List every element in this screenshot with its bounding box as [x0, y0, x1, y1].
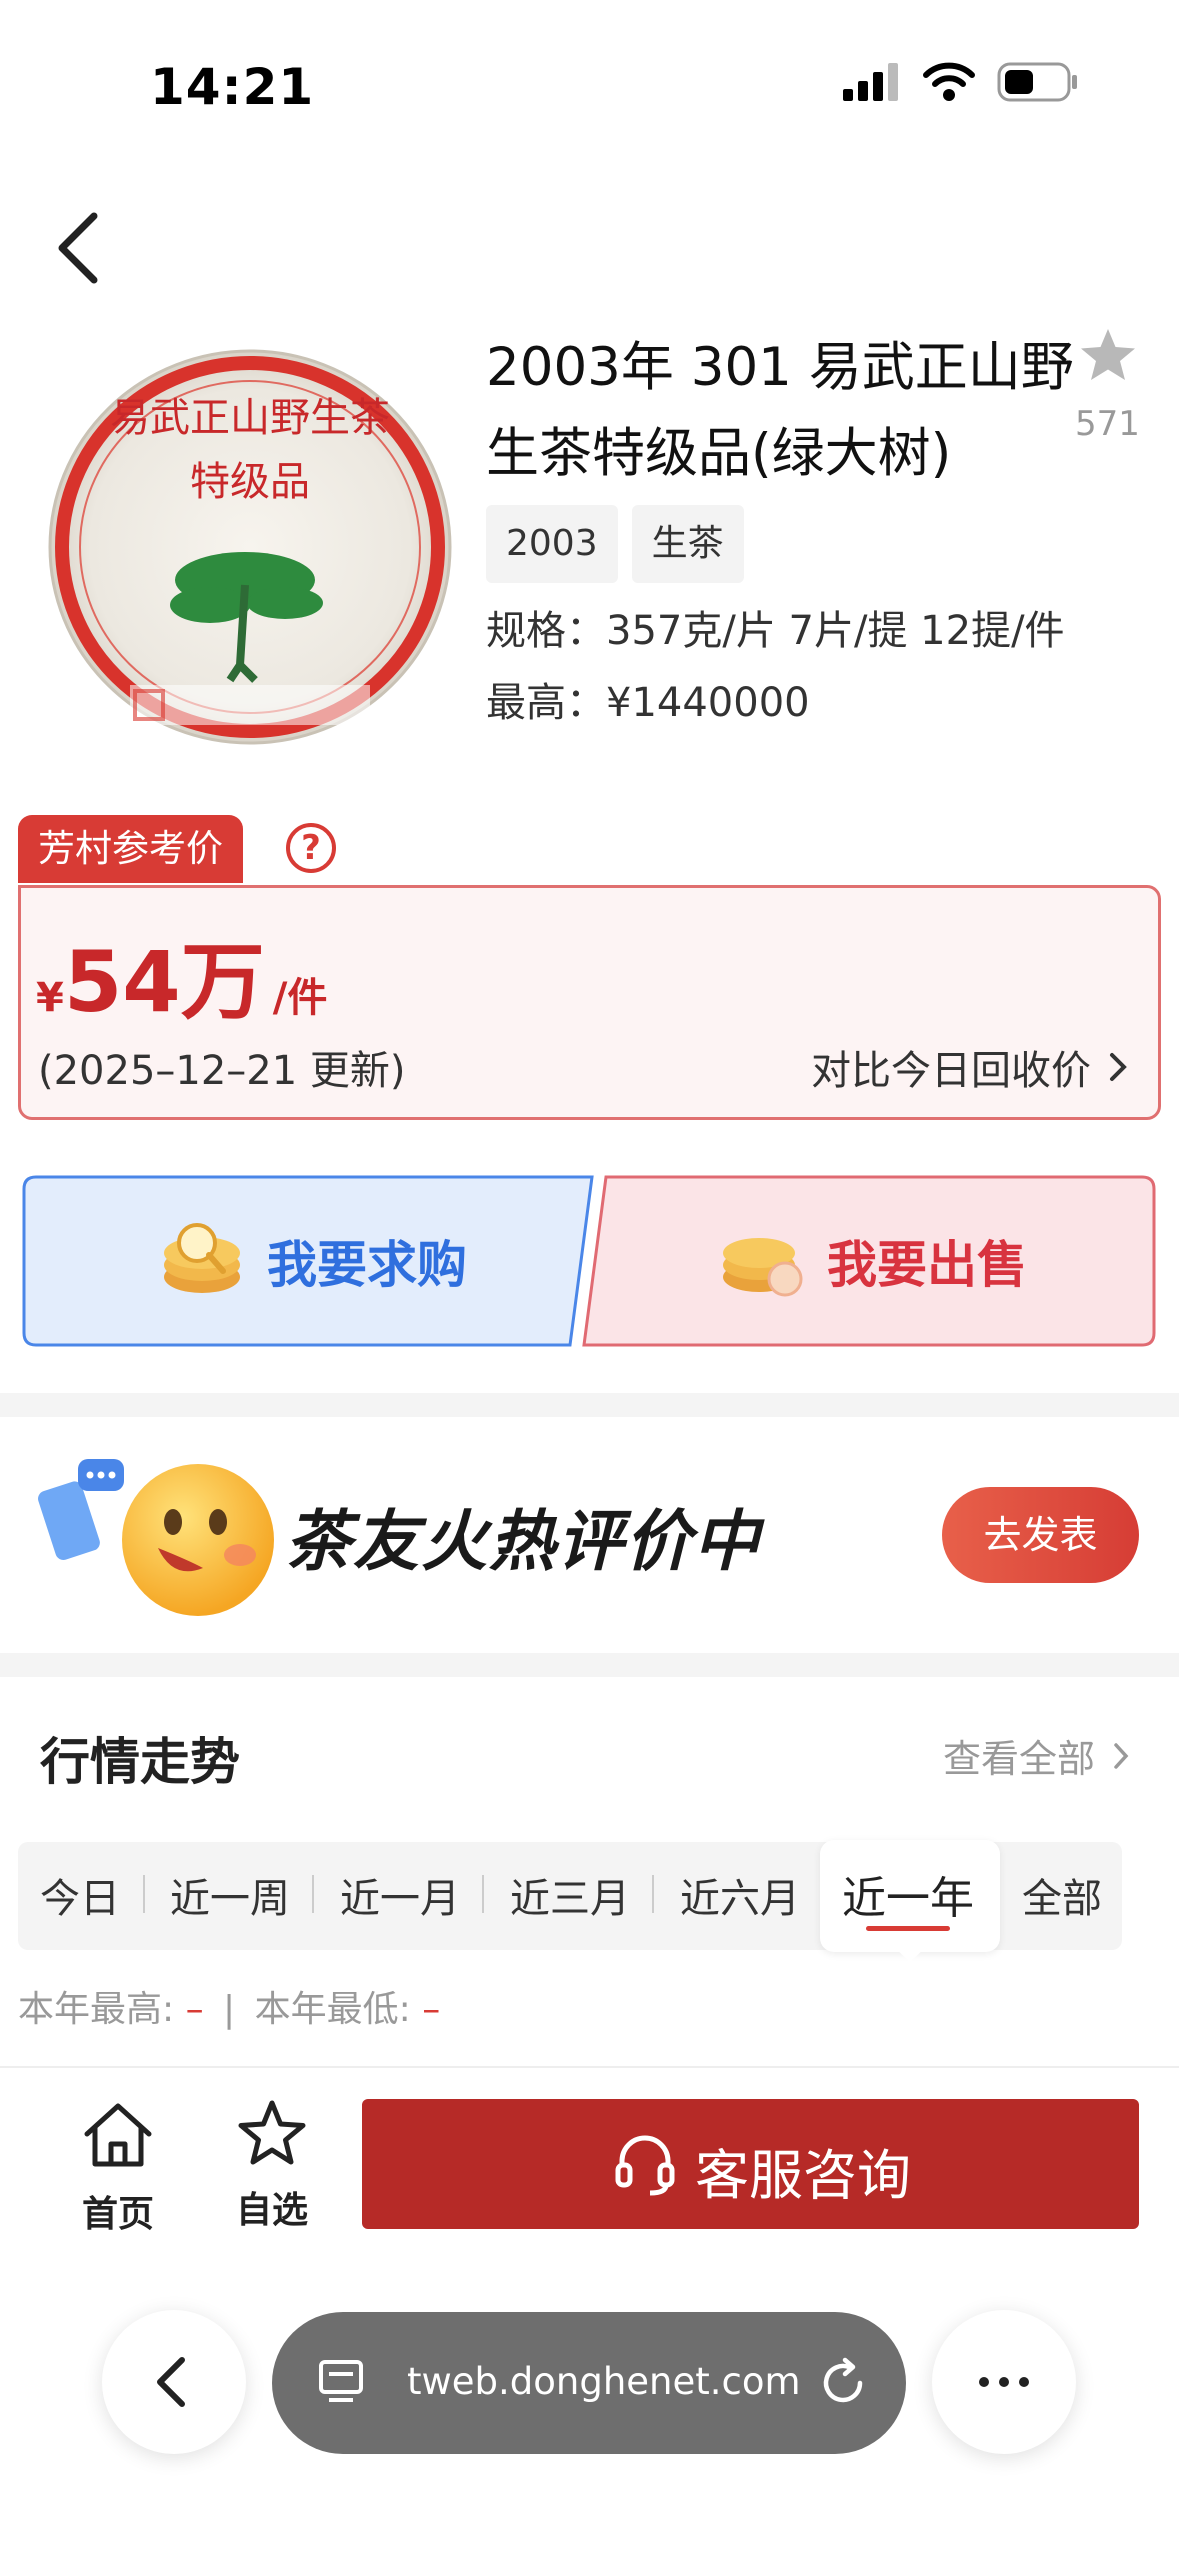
promo-headline: 茶友火热评价中 [285, 1503, 761, 1580]
view-all-label: 查看全部 [942, 1737, 1095, 1781]
reference-price-value: ¥ 54万 /件 [36, 915, 327, 1036]
market-trend-title: 行情走势 [40, 1733, 240, 1791]
chevron-right-icon [1114, 1742, 1129, 1769]
tab-month[interactable]: 近一月 [340, 1866, 460, 1924]
currency-symbol: ¥ [36, 975, 64, 1021]
tab-year[interactable]: 近一年 [842, 1862, 974, 1926]
nav-home-label: 首页 [81, 2194, 154, 2235]
tab-today[interactable]: 今日 [40, 1866, 120, 1924]
tab-divider [312, 1875, 314, 1913]
browser-more-button[interactable] [932, 2310, 1076, 2454]
view-all-link[interactable]: 查看全部 [943, 1728, 1129, 1783]
product-tags: 2003 生茶 [486, 505, 744, 583]
back-icon[interactable] [50, 210, 110, 286]
buy-label: 我要求购 [267, 1236, 467, 1294]
year-high-value: – [185, 1989, 204, 2030]
help-icon[interactable]: ? [286, 823, 336, 873]
page-icon [319, 2360, 363, 2402]
tag-year: 2003 [486, 505, 618, 583]
nav-home[interactable]: 首页 [68, 2100, 168, 2237]
price-unit: /件 [272, 975, 328, 1021]
address-bar[interactable]: tweb.donghenet.com [272, 2312, 906, 2454]
year-low-value: – [422, 1989, 441, 2030]
more-icon [979, 2377, 1029, 2387]
section-divider [0, 1393, 1179, 1417]
price-amount: 54万 [63, 933, 265, 1031]
compare-label: 对比今日回收价 [811, 1048, 1091, 1094]
year-high-label: 本年最高: [18, 1989, 175, 2030]
signal-icon [843, 63, 898, 101]
coin-money-icon [723, 1238, 803, 1297]
year-low-label: 本年最低: [254, 1989, 411, 2030]
smiley-face-icon [122, 1464, 274, 1616]
bottom-bar-divider [0, 2066, 1179, 2068]
favorite-count: 571 [1075, 404, 1140, 444]
tab-week[interactable]: 近一周 [170, 1866, 290, 1924]
browser-back-button[interactable] [102, 2310, 246, 2454]
reload-icon[interactable] [816, 2356, 870, 2410]
status-time: 14:21 [150, 58, 315, 116]
product-spec: 规格：357克/片 7片/提 12提/件 [486, 608, 1065, 654]
product-title: 2003年 301 易武正山野生茶特级品(绿大树) [486, 337, 1074, 484]
coin-search-icon [164, 1223, 240, 1293]
star-outline-icon [238, 2100, 306, 2165]
favorite-star-icon[interactable] [1078, 326, 1138, 386]
product-image-subtext: 特级品 [190, 459, 310, 505]
active-tab-pointer-icon [895, 1948, 925, 1962]
sell-label: 我要出售 [827, 1236, 1027, 1294]
active-tab-underline [866, 1926, 950, 1931]
tab-divider [143, 1875, 145, 1913]
tab-divider [652, 1875, 654, 1913]
tab-three-months[interactable]: 近三月 [510, 1866, 630, 1924]
product-image: 易武正山野生茶 特级品 [48, 349, 452, 745]
year-stats: 本年最高: – | 本年最低: – [18, 1980, 440, 2032]
nav-watchlist[interactable]: 自选 [222, 2098, 322, 2233]
tag-type: 生茶 [631, 505, 744, 583]
sell-button[interactable]: 我要出售 [582, 1175, 1156, 1347]
customer-service-button[interactable]: 客服咨询 [362, 2099, 1139, 2229]
service-label: 客服咨询 [695, 2144, 911, 2207]
chevron-left-icon [157, 2357, 185, 2407]
product-max-price: 最高：¥1440000 [486, 680, 810, 726]
tab-divider [482, 1875, 484, 1913]
price-update-time: (2025–12–21 更新) [38, 1048, 406, 1094]
status-icons [843, 62, 1079, 102]
stats-separator: | [223, 1989, 236, 2030]
url-text: tweb.donghenet.com [407, 2360, 801, 2403]
tab-all[interactable]: 全部 [1022, 1866, 1102, 1924]
reference-price-label: 芳村参考价 [18, 815, 243, 883]
battery-icon [997, 62, 1077, 102]
post-review-button[interactable]: 去发表 [942, 1487, 1139, 1583]
section-divider [0, 1653, 1179, 1677]
headset-icon [615, 2135, 675, 2196]
product-image-text: 易武正山野生茶 [110, 395, 390, 441]
home-icon [84, 2103, 152, 2167]
tab-six-months[interactable]: 近六月 [680, 1866, 800, 1924]
compare-recycle-price-link[interactable]: 对比今日回收价 [811, 1038, 1127, 1096]
phone-chat-icon [38, 1459, 124, 1560]
nav-watchlist-label: 自选 [235, 2190, 308, 2231]
buy-request-button[interactable]: 我要求购 [22, 1175, 596, 1347]
chevron-right-icon [1110, 1053, 1127, 1081]
wifi-icon [923, 62, 975, 101]
